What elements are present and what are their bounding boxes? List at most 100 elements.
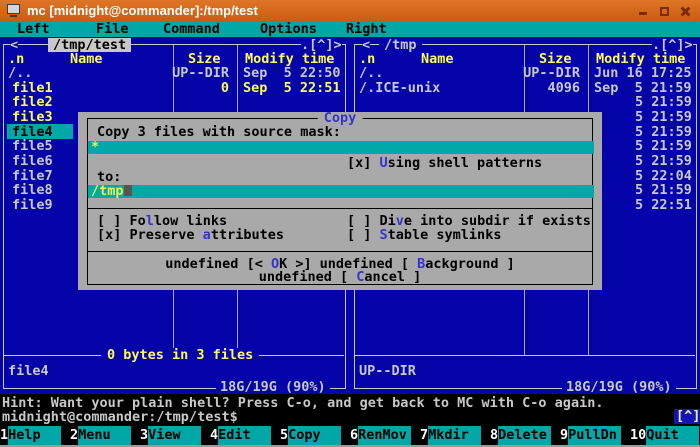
shell-prompt[interactable]: midnight@commander:/tmp/test$ — [2, 410, 238, 424]
window-controls — [638, 0, 691, 22]
left-ministatus: file4 — [8, 364, 49, 378]
file-name[interactable]: /.ICE-unix — [359, 81, 440, 95]
fkey-label: Menu — [78, 426, 131, 445]
checkbox-box: undefined — [259, 269, 340, 285]
file-mtime[interactable]: 5 21:59 — [635, 154, 692, 168]
titlebar: mc [midnight@commander]:/tmp/test — [0, 0, 700, 22]
hotkey-letter: U — [380, 155, 388, 171]
file-size[interactable]: UP--DIR — [167, 66, 229, 80]
checkbox-preserve-attributes[interactable]: [x] Preserve attributes — [97, 229, 284, 242]
fkey-label: RenMov — [358, 426, 411, 445]
fkey-4-edit[interactable]: 4Edit — [210, 426, 280, 445]
fkey-number: 3 — [140, 426, 148, 445]
left-panel-history-controls[interactable]: .[^]> — [301, 38, 342, 52]
file-name[interactable]: file1 — [12, 81, 53, 95]
fkey-1-help[interactable]: 1Help — [0, 426, 70, 445]
checkbox-box: undefined — [165, 256, 246, 272]
file-name[interactable]: /.. — [359, 66, 383, 80]
menu-item-command[interactable]: Command — [163, 22, 220, 37]
file-name[interactable]: file3 — [12, 110, 53, 124]
file-name[interactable]: file9 — [12, 198, 53, 212]
text-cursor — [124, 185, 132, 196]
left-panel-resize-arrow[interactable]: < — [10, 38, 18, 52]
column-header-modify-time: Modify time — [245, 52, 334, 66]
left-disk-usage: 18G/19G (90%) — [216, 380, 330, 394]
right-panel-resize-arrow[interactable]: < — [362, 38, 370, 52]
fkey-6-renmov[interactable]: 6RenMov — [350, 426, 420, 445]
file-mtime[interactable]: 5 22:04 — [635, 169, 692, 183]
file-mtime[interactable]: Sep 5 22:50 — [243, 66, 341, 80]
left-sort-indicator[interactable]: .n — [8, 52, 24, 66]
menu-item-left[interactable]: Left — [17, 22, 50, 37]
dialog-separator-1 — [87, 208, 593, 209]
right-ministatus: UP--DIR — [359, 364, 416, 378]
file-name[interactable]: file6 — [12, 154, 53, 168]
fkey-10-quit[interactable]: 10Quit — [630, 426, 700, 445]
file-size[interactable]: 4096 — [518, 81, 580, 95]
maximize-button[interactable] — [659, 6, 670, 17]
left-panel-path[interactable]: /tmp/test — [48, 38, 131, 52]
fkey-5-copy[interactable]: 5Copy — [280, 426, 350, 445]
fkey-number: 2 — [70, 426, 78, 445]
menu-item-right[interactable]: Right — [346, 22, 387, 37]
file-mtime[interactable]: 5 22:51 — [635, 198, 692, 212]
file-mtime[interactable]: 5 21:59 — [635, 139, 692, 153]
label-text: sing shell patterns — [388, 155, 542, 171]
menu-bar: Left File Command Options Right — [0, 22, 700, 37]
file-name[interactable]: /.. — [8, 66, 32, 80]
close-button[interactable] — [680, 6, 691, 17]
file-name[interactable]: file4 — [12, 125, 53, 139]
right-panel-path[interactable]: /tmp — [379, 38, 422, 52]
fkey-9-pulldn[interactable]: 9PullDn — [560, 426, 630, 445]
file-mtime[interactable]: Sep 5 22:51 — [243, 81, 341, 95]
hint-line: Hint: Want your plain shell? Press C-o, … — [2, 396, 603, 410]
menu-item-options[interactable]: Options — [260, 22, 317, 37]
column-header-size: Size — [188, 52, 221, 66]
fkey-label: PullDn — [568, 426, 621, 445]
file-name[interactable]: file5 — [12, 139, 53, 153]
file-mtime[interactable]: Jun 16 17:25 — [594, 66, 692, 80]
file-mtime[interactable]: 5 21:59 — [635, 183, 692, 197]
checkbox-shell-patterns[interactable]: [x] Using shell patterns — [347, 157, 542, 170]
cancel-button[interactable]: undefined [ Cancel ] — [259, 271, 422, 284]
file-mtime[interactable]: 5 21:59 — [635, 95, 692, 109]
right-disk-usage: 18G/19G (90%) — [562, 380, 676, 394]
minimize-button[interactable] — [638, 6, 649, 17]
destination-input[interactable]: /tmp — [88, 185, 594, 198]
column-header-name: Name — [70, 52, 103, 66]
label-text: [ — [340, 269, 356, 285]
right-sort-indicator[interactable]: .n — [359, 52, 375, 66]
fkey-label: Quit — [646, 426, 699, 445]
fkey-label: Edit — [218, 426, 271, 445]
copy-dialog: Copy Copy 3 files with source mask: * [x… — [78, 112, 602, 290]
hotkey-letter: a — [203, 227, 211, 243]
file-mtime[interactable]: 5 21:59 — [635, 125, 692, 139]
fkey-label: Copy — [288, 426, 341, 445]
hotkey-letter: S — [380, 227, 388, 243]
checkbox-box: [ ] — [347, 227, 380, 243]
column-header-size: Size — [539, 52, 572, 66]
fkey-number: 6 — [350, 426, 358, 445]
file-name[interactable]: file7 — [12, 169, 53, 183]
file-mtime[interactable]: Sep 5 21:59 — [594, 81, 692, 95]
file-name[interactable]: file8 — [12, 183, 53, 197]
dialog-button-row: undefined [< OK >]undefined [ Background… — [78, 258, 602, 284]
file-size[interactable]: UP--DIR — [518, 66, 580, 80]
menu-item-file[interactable]: File — [96, 22, 129, 37]
fkey-number: 8 — [490, 426, 498, 445]
file-name[interactable]: file2 — [12, 95, 53, 109]
fkey-number: 7 — [420, 426, 428, 445]
checkbox-stable-symlinks[interactable]: [ ] Stable symlinks — [347, 229, 501, 242]
fkey-8-delete[interactable]: 8Delete — [490, 426, 560, 445]
fkey-3-view[interactable]: 3View — [140, 426, 210, 445]
scrollback-indicator[interactable]: [^] — [674, 409, 700, 424]
checkbox-box: [x] — [97, 227, 130, 243]
source-mask-input[interactable]: * — [88, 141, 594, 154]
fkey-7-mkdir[interactable]: 7Mkdir — [420, 426, 490, 445]
file-mtime[interactable]: 5 21:59 — [635, 110, 692, 124]
fkey-number: 4 — [210, 426, 218, 445]
fkey-2-menu[interactable]: 2Menu — [70, 426, 140, 445]
right-panel-history-controls[interactable]: .[^]> — [652, 38, 693, 52]
file-size[interactable]: 0 — [167, 81, 229, 95]
label-text: ackground ] — [425, 256, 514, 272]
